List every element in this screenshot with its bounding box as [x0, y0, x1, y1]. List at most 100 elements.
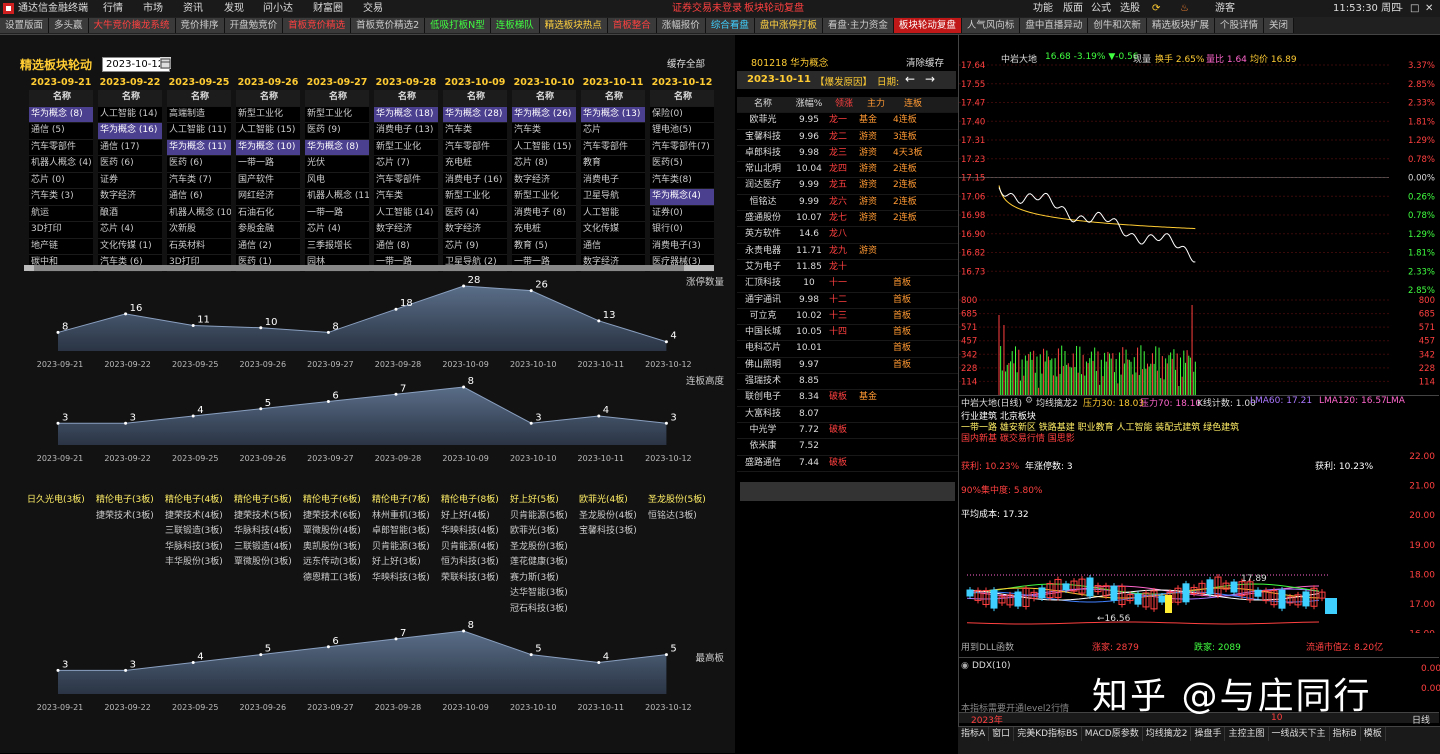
- table-row[interactable]: 联创电子 8.34 破板 基金: [737, 390, 958, 407]
- sector-item[interactable]: 通信 (5): [29, 123, 93, 140]
- sector-item[interactable]: 华为概念 (13): [581, 106, 645, 123]
- table-header-cell[interactable]: 名称: [737, 97, 789, 112]
- sector-item[interactable]: 数字经济: [512, 173, 576, 189]
- sector-item[interactable]: 华为概念 (18): [374, 106, 438, 123]
- sector-item[interactable]: 汽车零部件: [29, 140, 93, 156]
- sector-item[interactable]: 数字经济: [374, 222, 438, 239]
- table-header-cell[interactable]: 涨幅%: [789, 97, 829, 112]
- limit-up-stock[interactable]: 卓郎智能(3板): [372, 524, 441, 540]
- limit-up-stock[interactable]: 三联锻造(3板): [165, 524, 234, 540]
- reason-button[interactable]: 【爆发原因】: [815, 74, 872, 88]
- settings-gear-icon[interactable]: ⚙: [1025, 396, 1033, 406]
- sector-item[interactable]: 卫星导航: [581, 189, 645, 206]
- tab-3[interactable]: 竞价排序: [175, 18, 225, 33]
- menu-layout[interactable]: 版面: [1063, 0, 1083, 17]
- limit-up-stock[interactable]: 奥凯股份(3板): [303, 540, 372, 556]
- sector-item[interactable]: 证券(0): [650, 206, 714, 222]
- sector-item[interactable]: 新型工业化: [443, 189, 507, 206]
- sector-item[interactable]: 人工智能 (15): [236, 123, 300, 140]
- sector-item[interactable]: 文化传媒 (1): [98, 239, 162, 255]
- sector-item[interactable]: 消费电子 (8): [512, 206, 576, 222]
- prev-date-arrow-icon[interactable]: ←: [905, 72, 915, 86]
- table-row[interactable]: 大富科技 8.07: [737, 407, 958, 423]
- sector-item[interactable]: 人工智能 (11): [167, 123, 231, 140]
- tab-7[interactable]: 低吸打板N型: [425, 18, 491, 33]
- indicator-button-9[interactable]: 模板: [1361, 727, 1386, 741]
- table-row[interactable]: 电科芯片 10.01 首板: [737, 341, 958, 358]
- sector-item[interactable]: 网红经济: [236, 189, 300, 206]
- intraday-chart[interactable]: 17.64 17.55 17.47 17.40 17.31 17.23 17.15 17.06…: [959, 60, 1439, 395]
- limit-up-stock[interactable]: 三联锻造(4板): [234, 540, 303, 556]
- sector-item[interactable]: 新型工业化: [236, 107, 300, 123]
- tab-1[interactable]: 多头赢: [49, 18, 89, 33]
- indicator-button-5[interactable]: 操盘手: [1191, 727, 1226, 741]
- sector-item[interactable]: 汽车类: [374, 189, 438, 206]
- limit-up-stock[interactable]: 日久光电(3板): [27, 493, 96, 509]
- limit-up-stock[interactable]: 捷荣技术(3板): [96, 509, 165, 525]
- limit-up-stock[interactable]: 捷荣技术(4板): [165, 509, 234, 525]
- tab-19[interactable]: 精选板块扩展: [1146, 18, 1215, 33]
- sector-item[interactable]: 国产软件: [236, 173, 300, 189]
- sector-item[interactable]: 通信 (8): [374, 239, 438, 255]
- cache-all-button[interactable]: 缓存全部: [667, 56, 705, 70]
- table-row[interactable]: 中光学 7.72 破板: [737, 423, 958, 440]
- refresh-icon[interactable]: ⟳: [1152, 0, 1160, 17]
- tab-6[interactable]: 首板竞价精选2: [351, 18, 426, 33]
- sector-item[interactable]: 人工智能: [581, 206, 645, 222]
- sector-item[interactable]: 人工智能 (14): [98, 107, 162, 123]
- sector-item[interactable]: 参股金融: [236, 222, 300, 239]
- sector-item[interactable]: 机器人概念 (10: [167, 206, 231, 222]
- sector-item[interactable]: 华为概念 (11): [167, 139, 231, 156]
- menu-trade[interactable]: 交易: [363, 0, 383, 17]
- table-row[interactable]: 通宇通讯 9.98 十二 首板: [737, 293, 958, 309]
- clear-cache-button[interactable]: 清除缓存: [906, 55, 944, 69]
- sector-item[interactable]: 证券: [98, 173, 162, 189]
- table-row[interactable]: 恒铭达 9.99 龙六 游资 2连板: [737, 195, 958, 212]
- limit-up-stock[interactable]: 精伦电子(7板): [372, 493, 441, 509]
- sector-item[interactable]: 通信 (17): [98, 140, 162, 156]
- sector-item[interactable]: 汽车零部件: [443, 140, 507, 156]
- sector-item[interactable]: 三季报增长: [305, 239, 369, 255]
- sector-item[interactable]: 文化传媒: [581, 222, 645, 239]
- next-date-arrow-icon[interactable]: →: [925, 72, 935, 86]
- menu-guest[interactable]: 游客: [1215, 0, 1235, 17]
- menu-discover[interactable]: 发现: [224, 0, 244, 17]
- day-line-label[interactable]: 日线: [1412, 713, 1430, 726]
- sector-item[interactable]: 银行(0): [650, 222, 714, 239]
- sector-item[interactable]: 芯片 (9): [443, 239, 507, 255]
- limit-up-stock[interactable]: 精伦电子(4板): [165, 493, 234, 509]
- limit-up-stock[interactable]: 圣龙股份(5板): [648, 493, 717, 509]
- tab-2[interactable]: 大牛竞价擒龙系统: [88, 18, 176, 33]
- sector-item[interactable]: 次新股: [167, 222, 231, 239]
- table-row[interactable]: 可立克 10.02 十三 首板: [737, 309, 958, 326]
- table-header-cell[interactable]: 连板: [893, 97, 933, 112]
- sector-item[interactable]: 芯片 (8): [512, 156, 576, 173]
- tab-8[interactable]: 连板梯队: [490, 18, 540, 33]
- tab-16[interactable]: 人气风向标: [961, 18, 1021, 33]
- limit-up-stock[interactable]: 恒铭达(3板): [648, 509, 717, 525]
- sector-item[interactable]: 汽车类: [512, 123, 576, 140]
- limit-up-stock[interactable]: 丰华股份(3板): [165, 555, 234, 571]
- menu-market[interactable]: 市场: [143, 0, 163, 17]
- menu-wealth[interactable]: 财富圈: [313, 0, 343, 17]
- indicator-button-2[interactable]: 完美KD指标BS: [1014, 727, 1082, 741]
- limit-up-stock[interactable]: 荣联科技(3板): [441, 571, 510, 587]
- tab-12[interactable]: 综合看盘: [705, 18, 755, 33]
- table-row[interactable]: 润达医疗 9.99 龙五 游资 2连板: [737, 178, 958, 195]
- limit-up-stock[interactable]: 华映科技(4板): [441, 524, 510, 540]
- sector-item[interactable]: 锂电池(5): [650, 123, 714, 140]
- sector-item[interactable]: 通信: [581, 239, 645, 255]
- menu-quotes[interactable]: 行情: [103, 0, 123, 17]
- maximize-icon[interactable]: □: [1410, 0, 1419, 17]
- menu-ask[interactable]: 问小达: [263, 0, 293, 17]
- indicator-button-3[interactable]: MACD原参数: [1082, 727, 1143, 741]
- horizontal-scrollbar[interactable]: [24, 265, 714, 271]
- tab-0[interactable]: 设置版面: [0, 18, 50, 33]
- tab-18[interactable]: 创牛和次新: [1088, 18, 1147, 33]
- tab-11[interactable]: 涨幅报价: [656, 18, 706, 33]
- indicator-button-0[interactable]: 指标A: [958, 727, 990, 741]
- sector-item[interactable]: 充电桩: [443, 156, 507, 173]
- limit-up-stock[interactable]: 好上好(3板): [372, 555, 441, 571]
- limit-up-stock[interactable]: 捷荣技术(6板): [303, 509, 372, 525]
- sector-code[interactable]: 801218 华为概念: [751, 55, 828, 69]
